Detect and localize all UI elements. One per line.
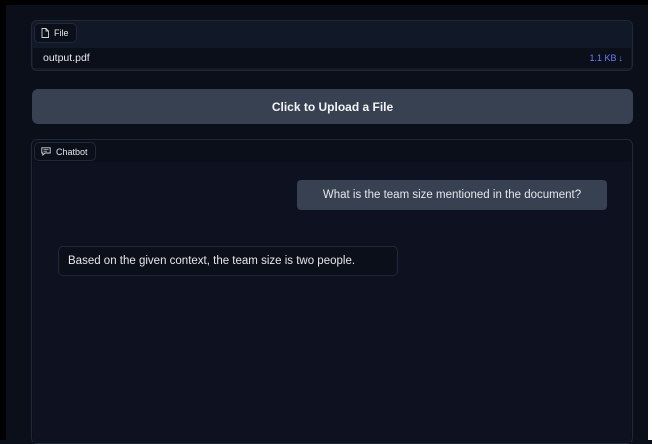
file-size-link[interactable]: 1.1 KB ↓: [589, 53, 623, 63]
right-edge: [648, 0, 652, 440]
user-message: What is the team size mentioned in the d…: [297, 180, 607, 210]
chat-icon: [41, 147, 51, 156]
app-frame: File output.pdf 1.1 KB ↓ Click to Upload…: [0, 0, 652, 444]
top-edge: [0, 0, 652, 5]
left-edge: [0, 0, 6, 440]
file-row[interactable]: output.pdf 1.1 KB ↓: [33, 48, 631, 68]
upload-file-button[interactable]: Click to Upload a File: [32, 89, 633, 124]
download-arrow-icon[interactable]: ↓: [619, 53, 624, 63]
chatbot-label: Chatbot: [34, 142, 96, 161]
bot-message: Based on the given context, the team siz…: [58, 246, 398, 276]
file-size[interactable]: 1.1 KB: [589, 53, 616, 63]
file-icon: [41, 28, 49, 38]
file-block-label: File: [34, 23, 77, 43]
file-label-text: File: [54, 28, 69, 38]
file-component: File output.pdf 1.1 KB ↓: [31, 20, 633, 71]
chatbot-label-text: Chatbot: [56, 146, 88, 157]
file-name[interactable]: output.pdf: [43, 52, 90, 64]
